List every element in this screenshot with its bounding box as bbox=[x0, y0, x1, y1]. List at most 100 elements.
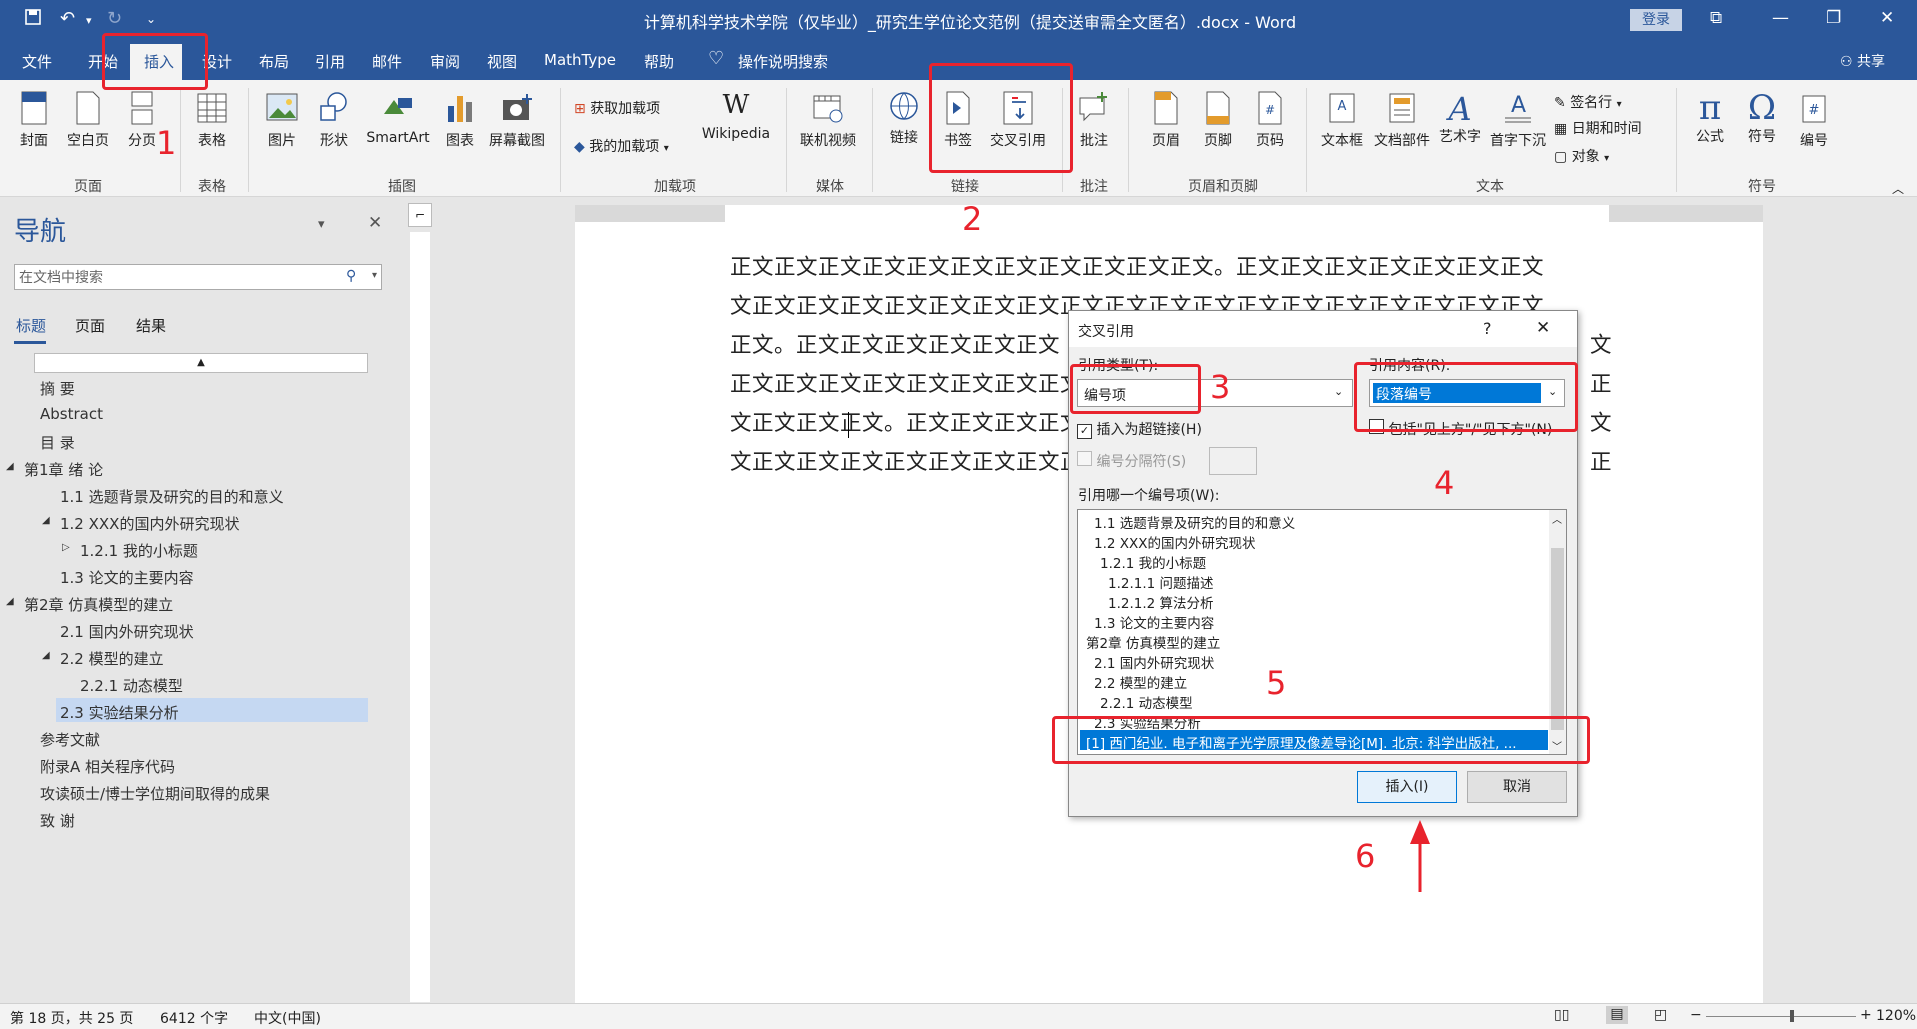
nav-heading-item[interactable]: 2.1 国内外研究现状 bbox=[60, 621, 194, 642]
zoom-in-icon[interactable]: + bbox=[1860, 1007, 1872, 1023]
close-icon[interactable]: ✕ bbox=[368, 213, 382, 233]
drop-cap-button[interactable]: A 首字下沉 bbox=[1484, 90, 1552, 150]
nav-heading-item[interactable]: 2.2.1 动态模型 bbox=[80, 675, 183, 696]
comment-button[interactable]: 批注 bbox=[1074, 90, 1114, 150]
chevron-up-icon[interactable]: ︿ bbox=[1552, 511, 1562, 526]
nav-scroll-up[interactable]: ▲ bbox=[34, 353, 368, 373]
date-time-button[interactable]: ▦ 日期和时间 bbox=[1554, 118, 1642, 138]
cover-page-button[interactable]: 封面 bbox=[14, 90, 54, 150]
help-button[interactable]: ? bbox=[1483, 319, 1492, 338]
minimize-icon[interactable]: — bbox=[1772, 8, 1789, 28]
nav-heading-item[interactable]: 1.2 XXX的国内外研究现状 bbox=[60, 513, 239, 534]
get-addins-button[interactable]: ⊞ 获取加载项 bbox=[574, 98, 660, 118]
signature-line-button[interactable]: ✎ 签名行 ▾ bbox=[1554, 92, 1622, 112]
nav-heading-item[interactable]: 附录A 相关程序代码 bbox=[40, 756, 175, 777]
footer-button[interactable]: 页脚 bbox=[1198, 90, 1238, 150]
ribbon-display-icon[interactable]: ⧉ bbox=[1710, 8, 1722, 28]
nav-heading-item[interactable]: 攻读硕士/博士学位期间取得的成果 bbox=[40, 783, 270, 804]
customize-qat-icon[interactable]: ⌄ bbox=[146, 12, 156, 26]
zoom-out-icon[interactable]: − bbox=[1690, 1007, 1702, 1023]
quick-parts-button[interactable]: 文档部件 bbox=[1370, 90, 1434, 150]
symbol-button[interactable]: Ω 符号 bbox=[1740, 90, 1784, 146]
login-button[interactable]: 登录 bbox=[1630, 9, 1682, 31]
smartart-button[interactable]: SmartArt bbox=[362, 90, 434, 146]
language[interactable]: 中文(中国) bbox=[254, 1008, 321, 1028]
page-number-button[interactable]: # 页码 bbox=[1250, 90, 1290, 150]
insert-hyperlink-checkbox[interactable]: ✓ 插入为超链接(H) bbox=[1077, 419, 1202, 439]
collapse-icon[interactable]: ◢ bbox=[42, 515, 50, 526]
numbered-item[interactable]: 1.1 选题背景及研究的目的和意义 bbox=[1094, 512, 1295, 532]
tab-help[interactable]: 帮助 bbox=[644, 51, 674, 72]
numbered-item[interactable]: 1.2.1.1 问题描述 bbox=[1108, 572, 1214, 592]
collapse-icon[interactable]: ◢ bbox=[6, 596, 14, 607]
tab-view[interactable]: 视图 bbox=[487, 51, 517, 72]
undo-icon[interactable]: ↶ bbox=[60, 8, 75, 29]
numbering-button[interactable]: # 编号 bbox=[1792, 90, 1836, 150]
blank-page-button[interactable]: 空白页 bbox=[64, 90, 112, 150]
nav-heading-item[interactable]: 摘 要 bbox=[40, 378, 75, 399]
tab-mailings[interactable]: 邮件 bbox=[372, 51, 402, 72]
chart-button[interactable]: 图表 bbox=[440, 90, 480, 150]
my-addins-button[interactable]: ◆ 我的加载项 ▾ bbox=[574, 136, 669, 156]
wordart-button[interactable]: A 艺术字 bbox=[1432, 90, 1488, 146]
nav-heading-item[interactable]: 1.2.1 我的小标题 bbox=[80, 540, 198, 561]
nav-options-icon[interactable]: ▾ bbox=[318, 217, 325, 232]
tab-file[interactable]: 文件 bbox=[22, 51, 52, 72]
nav-heading-item[interactable]: 目 录 bbox=[40, 432, 75, 453]
nav-tab-results[interactable]: 结果 bbox=[136, 315, 166, 336]
print-layout-icon[interactable]: ▤ bbox=[1606, 1006, 1628, 1024]
link-button[interactable]: 链接 bbox=[884, 90, 924, 146]
share-button[interactable]: ⚇ 共享 bbox=[1840, 51, 1885, 71]
maximize-icon[interactable]: ❐ bbox=[1826, 8, 1841, 28]
redo-icon[interactable]: ↻ bbox=[107, 8, 122, 29]
equation-button[interactable]: π 公式 bbox=[1688, 90, 1732, 146]
tab-review[interactable]: 审阅 bbox=[430, 51, 460, 72]
insert-button[interactable]: 插入(I) bbox=[1357, 771, 1457, 803]
nav-heading-item[interactable]: Abstract bbox=[40, 405, 103, 423]
numbered-item[interactable]: 1.2 XXX的国内外研究现状 bbox=[1094, 532, 1256, 552]
zoom-slider-thumb[interactable] bbox=[1790, 1010, 1794, 1022]
collapse-ribbon-icon[interactable]: ︿ bbox=[1892, 180, 1904, 197]
numbered-item[interactable]: 2.1 国内外研究现状 bbox=[1094, 652, 1214, 672]
numbered-item[interactable]: 1.2.1.2 算法分析 bbox=[1108, 592, 1214, 612]
nav-heading-item[interactable]: 参考文献 bbox=[40, 729, 100, 750]
numbered-item[interactable]: 1.2.1 我的小标题 bbox=[1100, 552, 1206, 572]
numbered-item[interactable]: 2.2 模型的建立 bbox=[1094, 672, 1187, 692]
numbered-item[interactable]: 1.3 论文的主要内容 bbox=[1094, 612, 1214, 632]
nav-tab-pages[interactable]: 页面 bbox=[75, 315, 105, 336]
object-button[interactable]: ▢ 对象 ▾ bbox=[1554, 146, 1609, 166]
wikipedia-button[interactable]: W Wikipedia bbox=[688, 90, 784, 142]
nav-tab-headings[interactable]: 标题 bbox=[16, 315, 46, 336]
numbered-item[interactable]: 第2章 仿真模型的建立 bbox=[1086, 632, 1220, 652]
cancel-button[interactable]: 取消 bbox=[1467, 771, 1567, 803]
read-mode-icon[interactable]: ▯▯ bbox=[1554, 1007, 1569, 1023]
zoom-level[interactable]: 120% bbox=[1876, 1008, 1916, 1024]
page-count[interactable]: 第 18 页，共 25 页 bbox=[10, 1008, 133, 1028]
online-video-button[interactable]: 联机视频 bbox=[796, 90, 860, 150]
tab-selector[interactable]: ⌐ bbox=[408, 203, 432, 227]
expand-icon[interactable]: ▷ bbox=[62, 542, 70, 553]
nav-heading-item[interactable]: 2.3 实验结果分析 bbox=[60, 702, 179, 723]
tab-references[interactable]: 引用 bbox=[315, 51, 345, 72]
collapse-icon[interactable]: ◢ bbox=[42, 650, 50, 661]
screenshot-button[interactable]: 屏幕截图 bbox=[484, 90, 550, 150]
search-icon[interactable]: ⚲ bbox=[346, 268, 356, 284]
collapse-icon[interactable]: ◢ bbox=[6, 461, 14, 472]
tab-layout[interactable]: 布局 bbox=[259, 51, 289, 72]
pictures-button[interactable]: 图片 bbox=[262, 90, 302, 150]
nav-heading-item[interactable]: 致 谢 bbox=[40, 810, 75, 831]
shapes-button[interactable]: 形状 bbox=[314, 90, 354, 150]
header-button[interactable]: 页眉 bbox=[1146, 90, 1186, 150]
save-icon[interactable] bbox=[24, 8, 42, 31]
word-count[interactable]: 6412 个字 bbox=[160, 1008, 228, 1028]
close-icon[interactable]: ✕ bbox=[1880, 8, 1894, 28]
nav-heading-item[interactable]: 第1章 绪 论 bbox=[24, 459, 103, 480]
nav-heading-item[interactable]: 2.2 模型的建立 bbox=[60, 648, 164, 669]
tell-me-search[interactable]: 操作说明搜索 bbox=[738, 51, 828, 72]
numbered-item[interactable]: 2.2.1 动态模型 bbox=[1100, 692, 1193, 712]
scrollbar-thumb[interactable] bbox=[1551, 548, 1564, 730]
nav-heading-item[interactable]: 1.3 论文的主要内容 bbox=[60, 567, 194, 588]
nav-search-input[interactable]: 在文档中搜索 bbox=[14, 264, 382, 290]
nav-heading-item[interactable]: 第2章 仿真模型的建立 bbox=[24, 594, 173, 615]
table-button[interactable]: 表格 bbox=[192, 90, 232, 150]
